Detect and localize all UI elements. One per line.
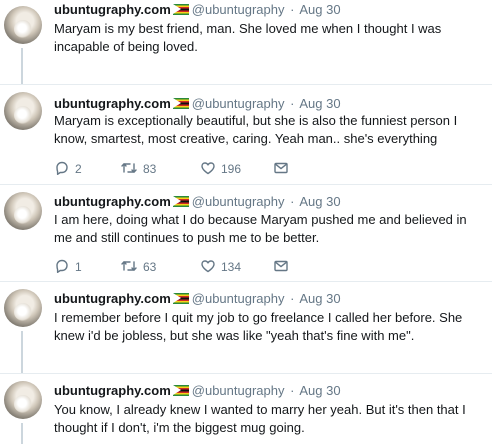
zimbabwe-flag-icon xyxy=(172,4,189,15)
reply-count: 1 xyxy=(75,260,82,274)
separator-dot: · xyxy=(290,383,295,398)
tweet[interactable]: ubuntugraphy.com @ubuntugraphy · Aug 30 M… xyxy=(0,0,492,84)
heart-icon xyxy=(201,260,215,273)
thread-connector xyxy=(21,48,23,84)
zimbabwe-flag-icon xyxy=(172,293,189,304)
like-count: 196 xyxy=(221,162,242,176)
zimbabwe-flag-icon xyxy=(172,385,189,396)
direct-message-button[interactable] xyxy=(273,160,289,178)
tweet-thread: ubuntugraphy.com @ubuntugraphy · Aug 30 M… xyxy=(0,0,492,444)
tweet-header: ubuntugraphy.com @ubuntugraphy · Aug 30 xyxy=(54,291,341,307)
retweet-icon xyxy=(121,163,137,173)
timestamp[interactable]: Aug 30 xyxy=(299,291,340,306)
retweet-count: 83 xyxy=(143,162,157,176)
thread-connector xyxy=(21,423,23,444)
timestamp[interactable]: Aug 30 xyxy=(299,383,340,398)
envelope-icon xyxy=(274,260,288,272)
timestamp[interactable]: Aug 30 xyxy=(299,194,340,209)
avatar[interactable] xyxy=(4,289,42,327)
separator-dot: · xyxy=(290,291,295,306)
tweet-text: Maryam is my best friend, man. She loved… xyxy=(54,21,442,54)
tweet[interactable]: ubuntugraphy.com @ubuntugraphy · Aug 30 Y… xyxy=(0,373,492,444)
username[interactable]: @ubuntugraphy xyxy=(192,2,285,17)
tweet-header: ubuntugraphy.com @ubuntugraphy · Aug 30 xyxy=(54,383,341,399)
heart-icon xyxy=(201,162,215,175)
envelope-icon xyxy=(274,162,288,174)
tweet-text: You know, I already knew I wanted to mar… xyxy=(54,402,466,435)
zimbabwe-flag-icon xyxy=(172,196,189,207)
direct-message-button[interactable] xyxy=(273,258,289,276)
zimbabwe-flag-icon xyxy=(172,98,189,109)
separator-dot: · xyxy=(290,2,295,17)
username[interactable]: @ubuntugraphy xyxy=(192,96,285,111)
retweet-icon xyxy=(121,261,137,271)
avatar[interactable] xyxy=(4,381,42,419)
tweet[interactable]: ubuntugraphy.com @ubuntugraphy · Aug 30 M… xyxy=(0,84,492,184)
tweet-text: Maryam is exceptionally beautiful, but s… xyxy=(54,113,458,146)
avatar[interactable] xyxy=(4,192,42,230)
display-name[interactable]: ubuntugraphy.com xyxy=(54,194,171,209)
retweet-button[interactable]: 83 xyxy=(120,160,156,178)
tweet-header: ubuntugraphy.com @ubuntugraphy · Aug 30 xyxy=(54,96,341,112)
tweet-header: ubuntugraphy.com @ubuntugraphy · Aug 30 xyxy=(54,194,341,210)
timestamp[interactable]: Aug 30 xyxy=(299,2,340,17)
reply-count: 2 xyxy=(75,162,82,176)
tweet-header: ubuntugraphy.com @ubuntugraphy · Aug 30 xyxy=(54,2,341,18)
tweet-text: I remember before I quit my job to go fr… xyxy=(54,310,463,343)
display-name[interactable]: ubuntugraphy.com xyxy=(54,96,171,111)
like-button[interactable]: 134 xyxy=(200,258,241,276)
avatar[interactable] xyxy=(4,92,42,130)
retweet-button[interactable]: 63 xyxy=(120,258,156,276)
display-name[interactable]: ubuntugraphy.com xyxy=(54,291,171,306)
like-button[interactable]: 196 xyxy=(200,160,241,178)
reply-icon xyxy=(56,259,68,273)
username[interactable]: @ubuntugraphy xyxy=(192,194,285,209)
timestamp[interactable]: Aug 30 xyxy=(299,96,340,111)
display-name[interactable]: ubuntugraphy.com xyxy=(54,2,171,17)
retweet-count: 63 xyxy=(143,260,157,274)
reply-button[interactable]: 2 xyxy=(54,160,82,178)
reply-button[interactable]: 1 xyxy=(54,258,82,276)
tweet[interactable]: ubuntugraphy.com @ubuntugraphy · Aug 30 I… xyxy=(0,281,492,373)
username[interactable]: @ubuntugraphy xyxy=(192,383,285,398)
separator-dot: · xyxy=(290,96,295,111)
reply-icon xyxy=(56,161,68,175)
separator-dot: · xyxy=(290,194,295,209)
username[interactable]: @ubuntugraphy xyxy=(192,291,285,306)
like-count: 134 xyxy=(221,260,242,274)
tweet-text: I am here, doing what I do because Marya… xyxy=(54,212,467,245)
display-name[interactable]: ubuntugraphy.com xyxy=(54,383,171,398)
avatar[interactable] xyxy=(4,6,42,44)
tweet[interactable]: ubuntugraphy.com @ubuntugraphy · Aug 30 I… xyxy=(0,184,492,281)
thread-connector xyxy=(21,331,23,373)
